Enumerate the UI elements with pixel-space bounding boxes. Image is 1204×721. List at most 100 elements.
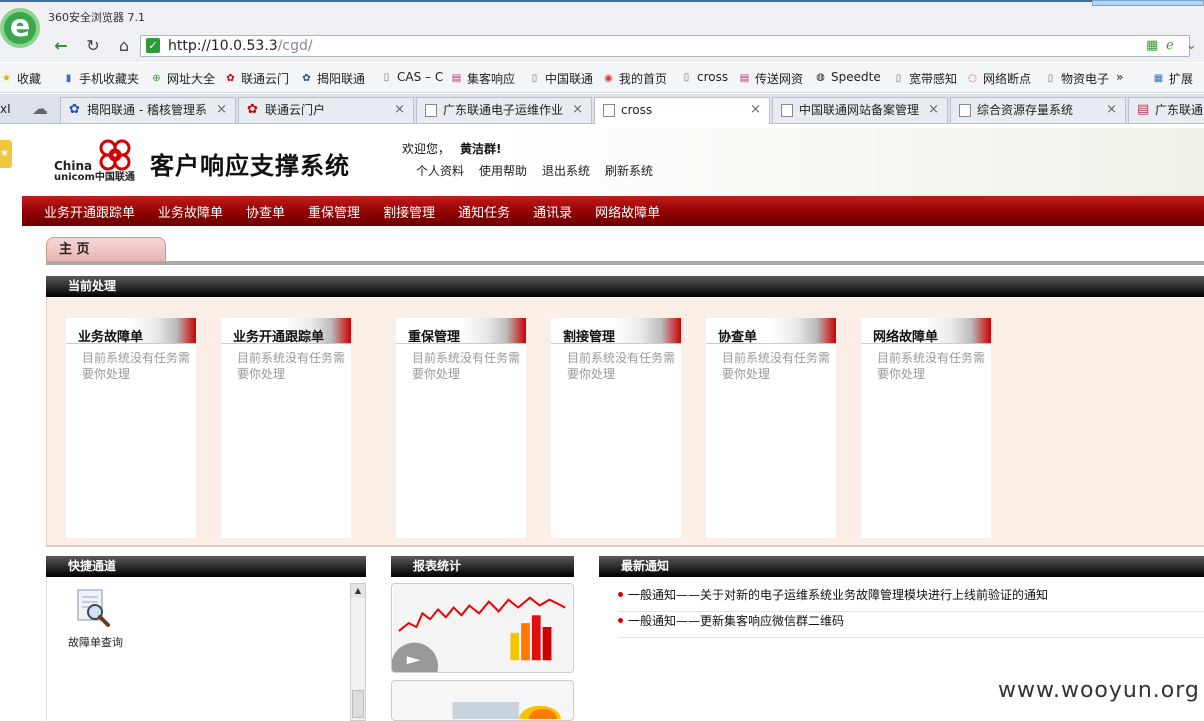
bookmark-label: 物资电子 (1061, 72, 1110, 86)
browser-tab-1[interactable]: ✿ 联通云门户 × (238, 97, 414, 123)
bookmark-label: 宽带感知 (909, 72, 958, 86)
bookmark-12[interactable]: ▯ 宽带感知 (892, 70, 957, 87)
browser-tab-6[interactable]: ▤ 广东联通 (1128, 97, 1204, 123)
bookmark-label: Speedte (831, 70, 881, 84)
bookmark-7[interactable]: ▯ 中国联通 (528, 70, 593, 87)
close-icon[interactable]: × (572, 98, 583, 122)
bookmark-label: 网络断点 (983, 72, 1032, 86)
back-arrow-icon[interactable]: ← (50, 36, 72, 58)
bookmark-3[interactable]: ✿ 联通云门 (224, 70, 289, 87)
scroll-thumb[interactable] (352, 690, 364, 718)
card-title: 业务故障单 (78, 330, 144, 345)
browser-tab-5[interactable]: 综合资源存量系统 × (950, 97, 1126, 123)
bookmark-2[interactable]: ⊕ 网址大全 (150, 70, 215, 87)
bookmark-0[interactable]: ★ 收藏 (0, 70, 41, 87)
card-message: 目前系统没有任务需要你处理 (82, 351, 191, 381)
page-icon: ▯ (895, 73, 902, 84)
task-card-key-assurance[interactable]: 重保管理 目前系统没有任务需要你处理 (396, 318, 526, 538)
task-card-service-tracking[interactable]: 业务开通跟踪单 目前系统没有任务需要你处理 (221, 318, 351, 538)
browser-tab-2[interactable]: 广东联通电子运维作业 × (416, 97, 592, 123)
loading-icon: ◌ (968, 73, 977, 84)
bookmark-14[interactable]: ▯ 物资电子 (1044, 70, 1109, 87)
more-bookmarks-icon[interactable]: » (1116, 70, 1123, 84)
card-title: 网络故障单 (873, 330, 939, 345)
window-corner-tab[interactable] (1092, 0, 1204, 6)
page-icon (425, 104, 437, 117)
card-message: 目前系统没有任务需要你处理 (237, 351, 346, 381)
dropdown-chevron-icon[interactable]: ⌄ (1186, 38, 1197, 53)
refresh-system-link[interactable]: 刷新系统 (605, 162, 653, 179)
home-icon[interactable]: ⌂ (113, 36, 135, 58)
security-shield-icon[interactable]: ✓ (146, 38, 160, 53)
menu-item-cutover[interactable]: 割接管理 (383, 202, 435, 221)
bookmark-6[interactable]: ▤ 集客响应 (450, 70, 515, 87)
tab-label: 广东联通电子运维作业 (443, 103, 564, 117)
side-star-icon[interactable]: ★ (0, 140, 12, 168)
menu-item-notice-task[interactable]: 通知任务 (458, 202, 510, 221)
unicom-blue-icon: ✿ (69, 102, 80, 117)
logout-link[interactable]: 退出系统 (542, 162, 590, 179)
menu-item-assist-query[interactable]: 协查单 (246, 202, 285, 221)
bookmark-11[interactable]: ◍ Speedte (814, 70, 881, 84)
bookmark-4[interactable]: ✿ 揭阳联通 (300, 70, 365, 87)
bookmark-label: 联通云门 (241, 72, 290, 86)
user-links: 个人资料 使用帮助 退出系统 刷新系统 (416, 162, 653, 179)
bookmark-8[interactable]: ◉ 我的首页 (602, 70, 667, 87)
refresh-icon[interactable]: ↻ (82, 36, 104, 58)
close-icon[interactable]: × (750, 98, 761, 122)
ie-mode-icon[interactable]: ℯ (1166, 38, 1174, 53)
report-chart-icon[interactable] (391, 583, 574, 673)
tab-label: 综合资源存量系统 (977, 103, 1074, 117)
report-stats-header: 报表统计 (391, 556, 574, 577)
close-icon[interactable]: × (1106, 98, 1117, 122)
fault-query-label[interactable]: 故障单查询 (68, 634, 123, 650)
speed-icon: ◍ (816, 71, 825, 83)
task-card-network-fault[interactable]: 网络故障单 目前系统没有任务需要你处理 (861, 318, 991, 538)
card-message: 目前系统没有任务需要你处理 (567, 351, 676, 381)
menu-item-network-fault[interactable]: 网络故障单 (595, 202, 660, 221)
qr-code-icon[interactable]: ▦ (1146, 38, 1158, 53)
menu-item-key-assurance[interactable]: 重保管理 (308, 202, 360, 221)
close-icon[interactable]: × (928, 98, 939, 122)
logo-china: China (54, 159, 93, 173)
browser-logo-icon[interactable]: e (0, 8, 40, 48)
tab-stub[interactable]: xI (0, 102, 11, 116)
browser-tab-0[interactable]: ✿ 揭阳联通 - 稽核管理系 × (60, 97, 236, 123)
scroll-up-icon[interactable]: ▲ (351, 584, 365, 598)
tab-label: 中国联通网站备案管理 (799, 103, 920, 117)
magnifier-document-icon[interactable] (72, 588, 114, 630)
unicom-blue-icon: ✿ (302, 73, 311, 84)
news-list: 一般通知——关于对新的电子运维系统业务故障管理模块进行上线前验证的通知 一般通知… (618, 586, 1204, 638)
report-pie-chart-icon[interactable] (391, 680, 574, 721)
profile-link[interactable]: 个人资料 (416, 162, 464, 179)
bookmark-1[interactable]: ▮ 手机收藏夹 (62, 70, 139, 87)
bookmark-15[interactable]: ▦ 扩展 (1152, 70, 1193, 87)
globe-icon: ⊕ (152, 73, 161, 84)
task-card-service-fault[interactable]: 业务故障单 目前系统没有任务需要你处理 (66, 318, 196, 538)
menu-item-service-fault[interactable]: 业务故障单 (158, 202, 223, 221)
browser-tab-4[interactable]: 中国联通网站备案管理 × (772, 97, 948, 123)
url-text[interactable]: http://10.0.53.3/cgd/ (168, 38, 313, 54)
card-title: 割接管理 (563, 330, 616, 345)
page-icon: ▯ (1047, 73, 1054, 84)
news-item[interactable]: 一般通知——更新集客响应微信群二维码 (618, 612, 1204, 638)
bookmark-13[interactable]: ◌ 网络断点 (966, 70, 1031, 87)
bookmark-5[interactable]: ▯ CAS – C (380, 70, 443, 84)
card-title: 协查单 (718, 330, 758, 345)
chart-icon: ▤ (451, 73, 462, 84)
close-icon[interactable]: × (394, 98, 405, 122)
page-icon: ▯ (683, 71, 690, 83)
menu-item-service-tracking[interactable]: 业务开通跟踪单 (44, 202, 135, 221)
bookmark-10[interactable]: ▤ 传送网资 (738, 70, 803, 87)
cloud-icon[interactable]: ☁ (32, 99, 48, 118)
news-item[interactable]: 一般通知——关于对新的电子运维系统业务故障管理模块进行上线前验证的通知 (618, 586, 1204, 612)
close-icon[interactable]: × (216, 98, 227, 122)
bookmark-9[interactable]: ▯ cross (680, 70, 728, 84)
task-card-assist-query[interactable]: 协查单 目前系统没有任务需要你处理 (706, 318, 836, 538)
tab-home[interactable]: 主 页 (46, 237, 166, 263)
browser-tab-3[interactable]: cross × (594, 97, 770, 125)
menu-item-contacts[interactable]: 通讯录 (533, 202, 572, 221)
task-card-cutover[interactable]: 割接管理 目前系统没有任务需要你处理 (551, 318, 681, 538)
help-link[interactable]: 使用帮助 (479, 162, 527, 179)
unicom-icon: ✿ (247, 102, 258, 117)
